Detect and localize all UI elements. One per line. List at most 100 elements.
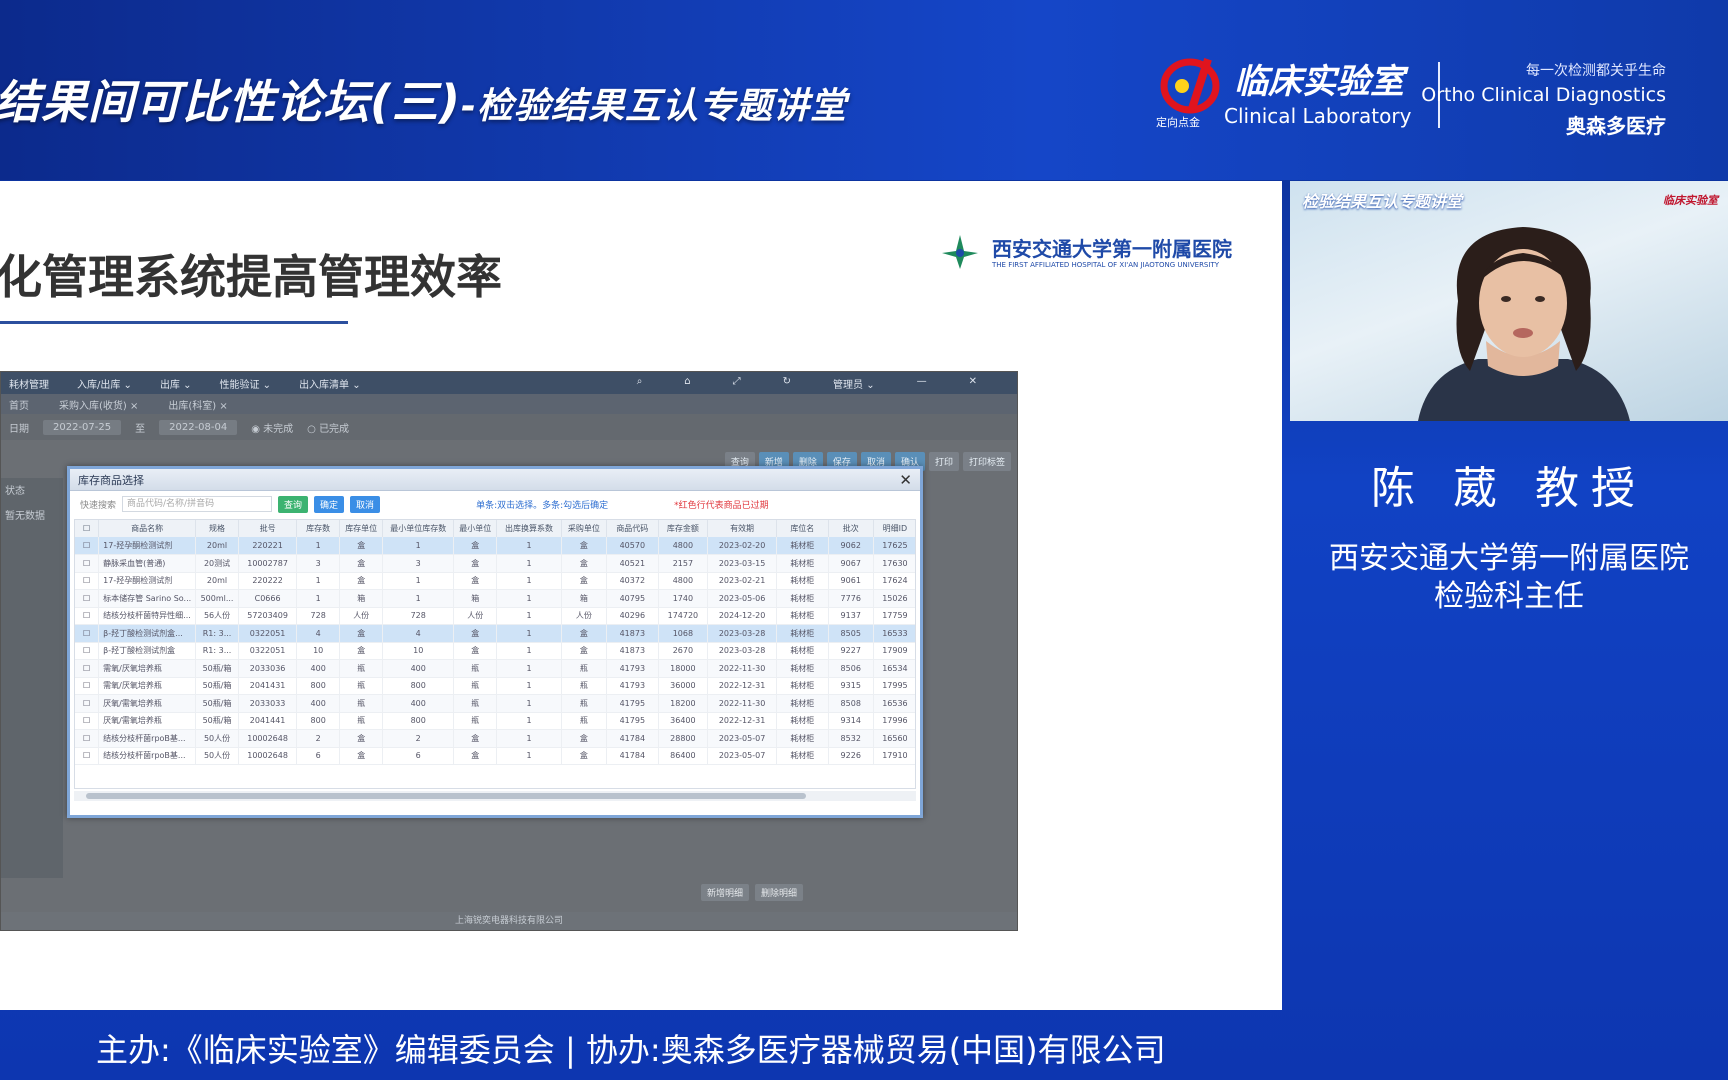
table-row[interactable]: ☐ 标本储存管 Sarino So... 500ml... C0666 1 箱 1 箱 1 箱 40… — [75, 589, 915, 608]
banner-title: 结果间可比性论坛(三)-检验结果互认专题讲堂 — [0, 66, 847, 132]
table-row[interactable]: ☐ β-羟丁酸检测试剂盒 R1: 3... 0322051 10 盒 10 盒 1 盒 41873 2… — [75, 642, 915, 660]
row-checkbox[interactable]: ☐ — [75, 659, 100, 678]
column-header[interactable]: 最小单位库存数 — [382, 520, 455, 537]
row-checkbox[interactable]: ☐ — [75, 554, 100, 573]
table-cell: R1: 3... — [195, 642, 240, 660]
search-input[interactable]: 商品代码/名称/拼音码 — [122, 496, 273, 512]
table-cell: 16536 — [873, 694, 915, 713]
table-row[interactable]: ☐ 17-羟孕酮检测试剂 20ml 220221 1 盒 1 盒 1 盒 40570 4800 2023… — [75, 537, 915, 555]
select-all-checkbox[interactable]: ☐ — [75, 520, 100, 537]
table-row[interactable]: ☐ 结核分枝杆菌rpoB基... 50人份 10002648 6 盒 6 盒 1 盒 41784 86… — [75, 747, 915, 765]
table-horizontal-scrollbar[interactable] — [74, 791, 916, 801]
column-header[interactable]: 批次 — [828, 520, 874, 537]
date-from-input[interactable]: 2022-07-25 — [43, 419, 122, 435]
table-row[interactable]: ☐ 静脉采血管(普通) 20测试 10002787 3 盒 3 盒 1 盒 40521 2157 202… — [75, 554, 915, 573]
inventory-select-modal: 库存商品选择 ✕ 快速搜索 商品代码/名称/拼音码 查询 确定 取消 单条:双击… — [67, 466, 923, 818]
table-cell: 17909 — [873, 642, 915, 660]
menu-item-performance[interactable]: 性能验证 ⌄ — [220, 376, 272, 391]
row-checkbox[interactable]: ☐ — [75, 712, 100, 730]
tab-home[interactable]: 首页 — [9, 397, 29, 412]
row-checkbox[interactable]: ☐ — [75, 624, 100, 643]
table-cell: 耗材柜 — [776, 642, 829, 660]
menu-item-stock-in-out[interactable]: 入库/出库 ⌄ — [77, 376, 132, 391]
table-row[interactable]: ☐ β-羟丁酸检测试剂盒... R1: 3... 0322051 4 盒 4 盒 1 盒 41873… — [75, 624, 915, 643]
status-radio-incomplete[interactable]: ◉ 未完成 — [251, 420, 293, 435]
table-row[interactable]: ☐ 厌氧/需氧培养瓶 50瓶/箱 2033033 400 瓶 400 瓶 1 瓶 41795 1820… — [75, 694, 915, 713]
table-cell: 1 — [382, 572, 455, 590]
table-cell: 8505 — [828, 624, 874, 643]
row-checkbox[interactable]: ☐ — [75, 729, 100, 748]
table-cell: 41795 — [606, 712, 659, 730]
app-filter-bar: 日期 2022-07-25 至 2022-08-04 ◉ 未完成 ○ 已完成 — [1, 414, 1017, 440]
table-cell: 箱 — [453, 589, 498, 608]
table-cell: 0322051 — [238, 624, 298, 643]
table-cell: 1 — [496, 712, 562, 730]
menu-item-stock-list[interactable]: 出入库清单 ⌄ — [299, 376, 361, 391]
table-cell: 2023-05-06 — [707, 589, 777, 608]
table-row[interactable]: ☐ 厌氧/需氧培养瓶 50瓶/箱 2041441 800 瓶 800 瓶 1 瓶 41795 3640… — [75, 712, 915, 730]
column-header[interactable]: 库存数 — [296, 520, 341, 537]
menu-item-consumables[interactable]: 耗材管理 — [9, 376, 49, 391]
column-header[interactable]: 采购单位 — [561, 520, 608, 537]
tab-outbound-dept[interactable]: 出库(科室) × — [168, 397, 227, 412]
column-header[interactable]: 明细ID — [873, 520, 915, 537]
row-checkbox[interactable]: ☐ — [75, 589, 100, 608]
column-header[interactable]: 商品代码 — [606, 520, 659, 537]
minimize-icon[interactable]: — — [917, 376, 927, 391]
table-row[interactable]: ☐ 结核分枝杆菌特异性细... 56人份 57203409 728 人份 728 人份 1 人份 4… — [75, 607, 915, 625]
table-row[interactable]: ☐ 17-羟孕酮检测试剂 20ml 220222 1 盒 1 盒 1 盒 40372 4800 2023… — [75, 572, 915, 590]
row-checkbox[interactable]: ☐ — [75, 747, 100, 765]
home-icon[interactable]: ⌂ — [684, 376, 690, 391]
row-checkbox[interactable]: ☐ — [75, 537, 100, 555]
table-row[interactable]: ☐ 需氧/厌氧培养瓶 50瓶/箱 2033036 400 瓶 400 瓶 1 瓶 41793 1800… — [75, 659, 915, 678]
user-menu[interactable]: 管理员 ⌄ — [833, 376, 875, 391]
delete-detail-button[interactable]: 删除明细 — [755, 884, 804, 901]
table-row[interactable]: ☐ 需氧/厌氧培养瓶 50瓶/箱 2041431 800 瓶 800 瓶 1 瓶 41793 3600… — [75, 677, 915, 695]
add-detail-button[interactable]: 新增明细 — [701, 884, 750, 901]
row-checkbox[interactable]: ☐ — [75, 677, 100, 695]
hospital-en-name: THE FIRST AFFILIATED HOSPITAL OF XI'AN J… — [992, 261, 1219, 269]
search-icon[interactable]: ⌕ — [637, 376, 643, 391]
table-cell: 1 — [496, 729, 562, 748]
column-header[interactable]: 库存单位 — [339, 520, 384, 537]
table-row[interactable]: ☐ 结核分枝杆菌rpoB基... 50人份 10002648 2 盒 2 盒 1 盒 41784 28… — [75, 729, 915, 748]
scrollbar-thumb[interactable] — [86, 793, 806, 799]
column-header[interactable]: 库位名 — [776, 520, 829, 537]
app-menubar: 耗材管理 入库/出库 ⌄ 出库 ⌄ 性能验证 ⌄ 出入库清单 ⌄ ⌕ ⌂ ⤢ ↻… — [1, 372, 1017, 394]
column-header[interactable]: 规格 — [195, 520, 240, 537]
table-cell: 17-羟孕酮检测试剂 — [98, 537, 197, 555]
menu-item-outbound[interactable]: 出库 ⌄ — [160, 376, 192, 391]
tab-purchase-inbound[interactable]: 采购入库(收货) × — [59, 397, 138, 412]
modal-confirm-button[interactable]: 确定 — [314, 495, 345, 513]
table-cell: 人份 — [339, 607, 384, 625]
row-checkbox[interactable]: ☐ — [75, 694, 100, 713]
row-checkbox[interactable]: ☐ — [75, 607, 100, 625]
column-header[interactable]: 有效期 — [707, 520, 777, 537]
modal-cancel-button[interactable]: 取消 — [350, 495, 381, 513]
fullscreen-icon[interactable]: ⤢ — [733, 376, 741, 391]
table-cell: 2023-03-28 — [707, 642, 777, 660]
table-cell: 盒 — [561, 747, 608, 765]
table-cell: 瓶 — [561, 677, 608, 695]
date-to-input[interactable]: 2022-08-04 — [159, 419, 238, 435]
modal-close-icon[interactable]: ✕ — [899, 471, 912, 489]
modal-query-button[interactable]: 查询 — [278, 495, 309, 513]
column-header[interactable]: 出库换算系数 — [496, 520, 562, 537]
row-checkbox[interactable]: ☐ — [75, 642, 100, 660]
column-header[interactable]: 商品名称 — [98, 520, 197, 537]
toolbar-print-button[interactable]: 打印 — [928, 452, 959, 471]
table-cell: 瓶 — [339, 677, 384, 695]
table-cell: 耗材柜 — [776, 677, 829, 695]
column-header[interactable]: 批号 — [238, 520, 298, 537]
table-cell: 静脉采血管(普通) — [98, 554, 197, 573]
table-cell: 15026 — [873, 589, 915, 608]
column-header[interactable]: 库存金额 — [658, 520, 709, 537]
close-icon[interactable]: ✕ — [969, 376, 977, 391]
toolbar-print-label-button[interactable]: 打印标签 — [962, 452, 1011, 471]
organizer-footer: 主办:《临床实验室》编辑委员会 | 协办:奥森多医疗器械贸易(中国)有限公司 — [96, 1031, 1166, 1069]
row-checkbox[interactable]: ☐ — [75, 572, 100, 590]
column-header[interactable]: 最小单位 — [453, 520, 498, 537]
status-radio-complete[interactable]: ○ 已完成 — [307, 420, 349, 435]
refresh-icon[interactable]: ↻ — [783, 376, 791, 391]
sponsor-slogan: 每一次检测都关乎生命 — [1526, 63, 1666, 79]
